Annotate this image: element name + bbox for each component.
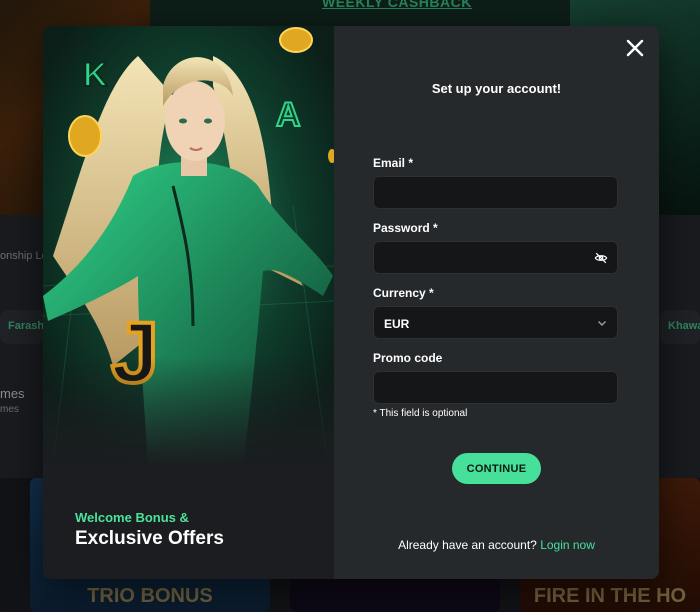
- signup-modal: K A J Welcome Bonus & Exclusive Offers S…: [43, 26, 659, 579]
- bg-games-sub: mes: [0, 404, 19, 415]
- currency-selected-value: EUR: [384, 317, 410, 331]
- bg-games-title: mes: [0, 386, 25, 401]
- form-title: Set up your account!: [431, 81, 562, 96]
- promo-code-field[interactable]: [373, 371, 618, 404]
- password-label: Password *: [373, 221, 438, 235]
- promo-code-input[interactable]: [374, 372, 617, 403]
- bg-banner-title: WEEKLY CASHBACK: [322, 0, 472, 10]
- svg-text:A: A: [276, 96, 301, 134]
- signup-form: Set up your account! Email * Password * …: [334, 26, 659, 579]
- bg-game-card-left-label: TRIO BONUS: [87, 585, 213, 607]
- eye-off-icon[interactable]: [594, 251, 608, 265]
- email-field[interactable]: [373, 176, 618, 209]
- login-prompt-line: Already have an account? Login now: [334, 538, 659, 552]
- password-input[interactable]: [374, 242, 617, 273]
- email-label: Email *: [373, 156, 414, 170]
- promo-hero-illustration: K A J: [43, 26, 334, 466]
- email-input[interactable]: [374, 177, 617, 208]
- continue-button[interactable]: CONTINUE: [452, 453, 541, 484]
- close-button[interactable]: [625, 38, 645, 58]
- password-field[interactable]: [373, 241, 618, 274]
- bg-chip-right: Khawa: [660, 310, 700, 344]
- promo-code-label: Promo code: [373, 351, 443, 365]
- bg-chip-left-label: Farash: [8, 320, 45, 332]
- close-icon: [626, 39, 644, 57]
- login-now-link[interactable]: Login now: [540, 538, 595, 552]
- svg-text:K: K: [83, 56, 108, 94]
- promo-panel: K A J Welcome Bonus & Exclusive Offers: [43, 26, 334, 579]
- bg-chip-right-label: Khawa: [668, 320, 700, 332]
- promo-subtitle: Welcome Bonus &: [75, 510, 189, 525]
- chevron-down-icon: [598, 321, 606, 326]
- currency-label: Currency *: [373, 286, 434, 300]
- login-prompt-text: Already have an account?: [398, 538, 537, 552]
- bg-side-text: onship Le: [0, 250, 48, 262]
- currency-select[interactable]: EUR: [373, 306, 618, 339]
- optional-hint: * This field is optional: [373, 408, 468, 419]
- promo-title: Exclusive Offers: [75, 528, 224, 549]
- bg-game-card-right-label: FIRE IN THE HO: [533, 585, 687, 607]
- bg-chip-left: Farash: [0, 310, 45, 344]
